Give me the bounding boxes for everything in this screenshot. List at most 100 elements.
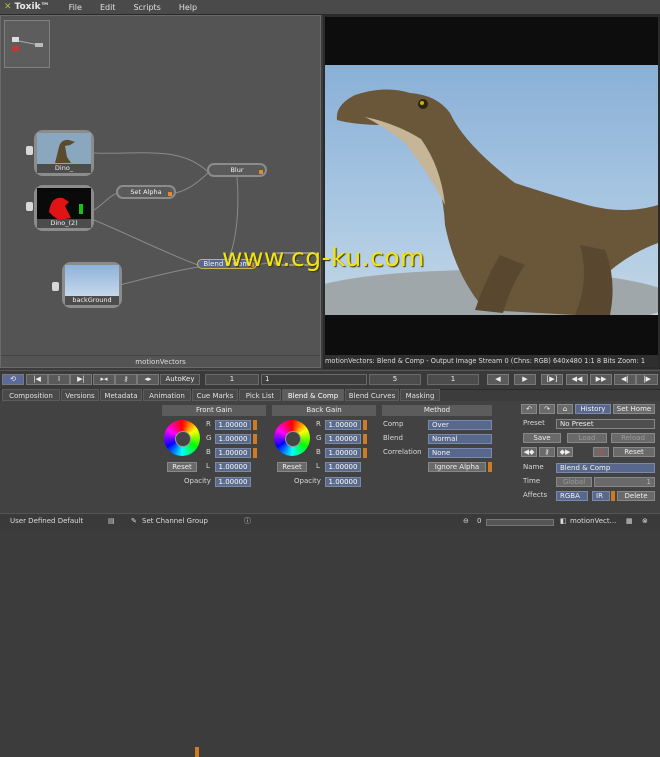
book-icon[interactable]: ▤ [108, 514, 115, 529]
keyframe-nav-icon[interactable]: ◂▸ [137, 374, 159, 385]
back-g-anim[interactable] [363, 434, 367, 444]
node-background[interactable]: backGround [62, 262, 122, 308]
prev-frame-icon[interactable]: ◀◀ [566, 374, 588, 385]
tab-composition[interactable]: Composition [2, 389, 60, 401]
back-gain-reset-button[interactable]: Reset [277, 462, 307, 472]
back-r-anim[interactable] [363, 420, 367, 430]
name-field[interactable]: Blend & Comp [556, 463, 655, 473]
next-key-icon[interactable]: |▶ [636, 374, 658, 385]
menu-scripts[interactable]: Scripts [124, 3, 169, 12]
start-frame-field[interactable]: 1 [205, 374, 259, 385]
tab-metadata[interactable]: Metadata [100, 389, 142, 401]
ir-anim[interactable] [611, 491, 615, 501]
front-g-field[interactable]: 1.00000 [215, 434, 251, 444]
load-button[interactable]: Load [567, 433, 607, 443]
front-opacity-field[interactable]: 1.00000 [215, 477, 251, 487]
redo-icon[interactable]: ↷ [539, 404, 555, 414]
prev-key-icon[interactable]: ◀| [614, 374, 636, 385]
current-frame-field[interactable]: 5 [369, 374, 421, 385]
comp-icon[interactable]: ◧ [560, 514, 567, 529]
back-r-field[interactable]: 1.00000 [325, 420, 361, 430]
tab-masking[interactable]: Masking [400, 389, 440, 401]
delete-button[interactable]: Delete [617, 491, 655, 501]
key-icon[interactable]: ⚷ [115, 374, 137, 385]
channel-group-icon[interactable]: ✎ [131, 514, 137, 529]
back-gain-color-wheel-icon[interactable] [274, 420, 310, 456]
grid-icon[interactable]: ▦ [626, 514, 633, 529]
front-r-field[interactable]: 1.00000 [215, 420, 251, 430]
front-b-anim[interactable] [253, 448, 257, 458]
ir-select[interactable]: IR [592, 491, 610, 501]
ignore-alpha-toggle[interactable]: Ignore Alpha [428, 462, 486, 472]
menu-edit[interactable]: Edit [91, 3, 125, 12]
ignore-alpha-anim[interactable] [488, 462, 492, 472]
disable-icon[interactable]: ⊘ [593, 447, 609, 457]
reload-button[interactable]: Reload [611, 433, 655, 443]
back-l-field[interactable]: 1.00000 [325, 462, 361, 472]
node-set-alpha[interactable]: Set Alpha [116, 185, 176, 199]
back-l-label: L [316, 462, 320, 470]
save-button[interactable]: Save [523, 433, 561, 443]
key-set-icon[interactable]: ⚷ [539, 447, 555, 457]
background-input-plug[interactable] [52, 282, 59, 291]
loop-icon[interactable]: ⟲ [2, 374, 24, 385]
info-icon[interactable]: ⓘ [244, 514, 251, 529]
node-dino[interactable]: Dino_ [34, 130, 94, 176]
back-opacity-field[interactable]: 1.00000 [325, 477, 361, 487]
go-start-icon[interactable]: |◀ [26, 374, 48, 385]
range-icon[interactable]: ▸◂ [93, 374, 115, 385]
set-alpha-output-port[interactable] [168, 192, 172, 196]
time-value-field[interactable]: 1 [594, 477, 655, 487]
play-range-icon[interactable]: [▶] [541, 374, 563, 385]
blend-select[interactable]: Normal [428, 434, 492, 444]
node-dino-2[interactable]: Dino_(2) [34, 185, 94, 231]
editor-tabs: Composition Versions Metadata Animation … [0, 389, 440, 401]
reset-button[interactable]: Reset [613, 447, 655, 457]
play-forward-icon[interactable]: ▶ [514, 374, 536, 385]
history-button[interactable]: History [575, 404, 611, 414]
tab-blend-curves[interactable]: Blend Curves [345, 389, 399, 401]
time-mode-field[interactable]: Global [556, 477, 592, 487]
key-next-icon[interactable]: ◆▶ [557, 447, 573, 457]
next-frame-icon[interactable]: ▶▶ [590, 374, 612, 385]
end-frame-field[interactable]: 1 [427, 374, 479, 385]
tab-versions[interactable]: Versions [61, 389, 99, 401]
back-b-anim[interactable] [363, 448, 367, 458]
tab-animation[interactable]: Animation [143, 389, 191, 401]
affects-select[interactable]: RGBA [556, 491, 588, 501]
menu-file[interactable]: File [60, 3, 91, 12]
tab-pick-list[interactable]: Pick List [239, 389, 281, 401]
key-prev-icon[interactable]: ◀◆ [521, 447, 537, 457]
front-gain-color-wheel-icon[interactable] [164, 420, 200, 456]
comp-select[interactable]: Over [428, 420, 492, 430]
tab-blend-comp[interactable]: Blend & Comp [282, 389, 344, 401]
front-gain-reset-button[interactable]: Reset [167, 462, 197, 472]
stop-icon[interactable]: ⊖ [463, 514, 469, 529]
play-backward-icon[interactable]: ◀ [487, 374, 509, 385]
front-b-field[interactable]: 1.00000 [215, 448, 251, 458]
timeline-slider[interactable]: 1 [261, 374, 367, 385]
back-b-field[interactable]: 1.00000 [325, 448, 361, 458]
menu-help[interactable]: Help [170, 3, 206, 12]
viewer-image[interactable] [325, 65, 658, 315]
preset-field[interactable]: No Preset [556, 419, 655, 429]
step-marker-icon[interactable]: I [48, 374, 70, 385]
correlation-select[interactable]: None [428, 448, 492, 458]
front-opacity-label: Opacity [184, 477, 211, 485]
undo-icon[interactable]: ↶ [521, 404, 537, 414]
node-blur[interactable]: Blur [207, 163, 267, 177]
dino-input-plug[interactable] [26, 146, 33, 155]
front-l-field[interactable]: 1.00000 [215, 462, 251, 472]
autokey-button[interactable]: AutoKey [160, 374, 200, 385]
quit-icon[interactable]: ⊗ [642, 514, 648, 529]
front-r-anim[interactable] [253, 420, 257, 430]
set-channel-group-button[interactable]: Set Channel Group [142, 514, 208, 529]
back-g-field[interactable]: 1.00000 [325, 434, 361, 444]
dino2-input-plug[interactable] [26, 202, 33, 211]
front-g-anim[interactable] [253, 434, 257, 444]
tab-cue-marks[interactable]: Cue Marks [192, 389, 238, 401]
set-home-button[interactable]: Set Home [613, 404, 655, 414]
home-icon[interactable]: ⌂ [557, 404, 573, 414]
go-end-icon[interactable]: ▶| [70, 374, 92, 385]
blur-output-port[interactable] [259, 170, 263, 174]
